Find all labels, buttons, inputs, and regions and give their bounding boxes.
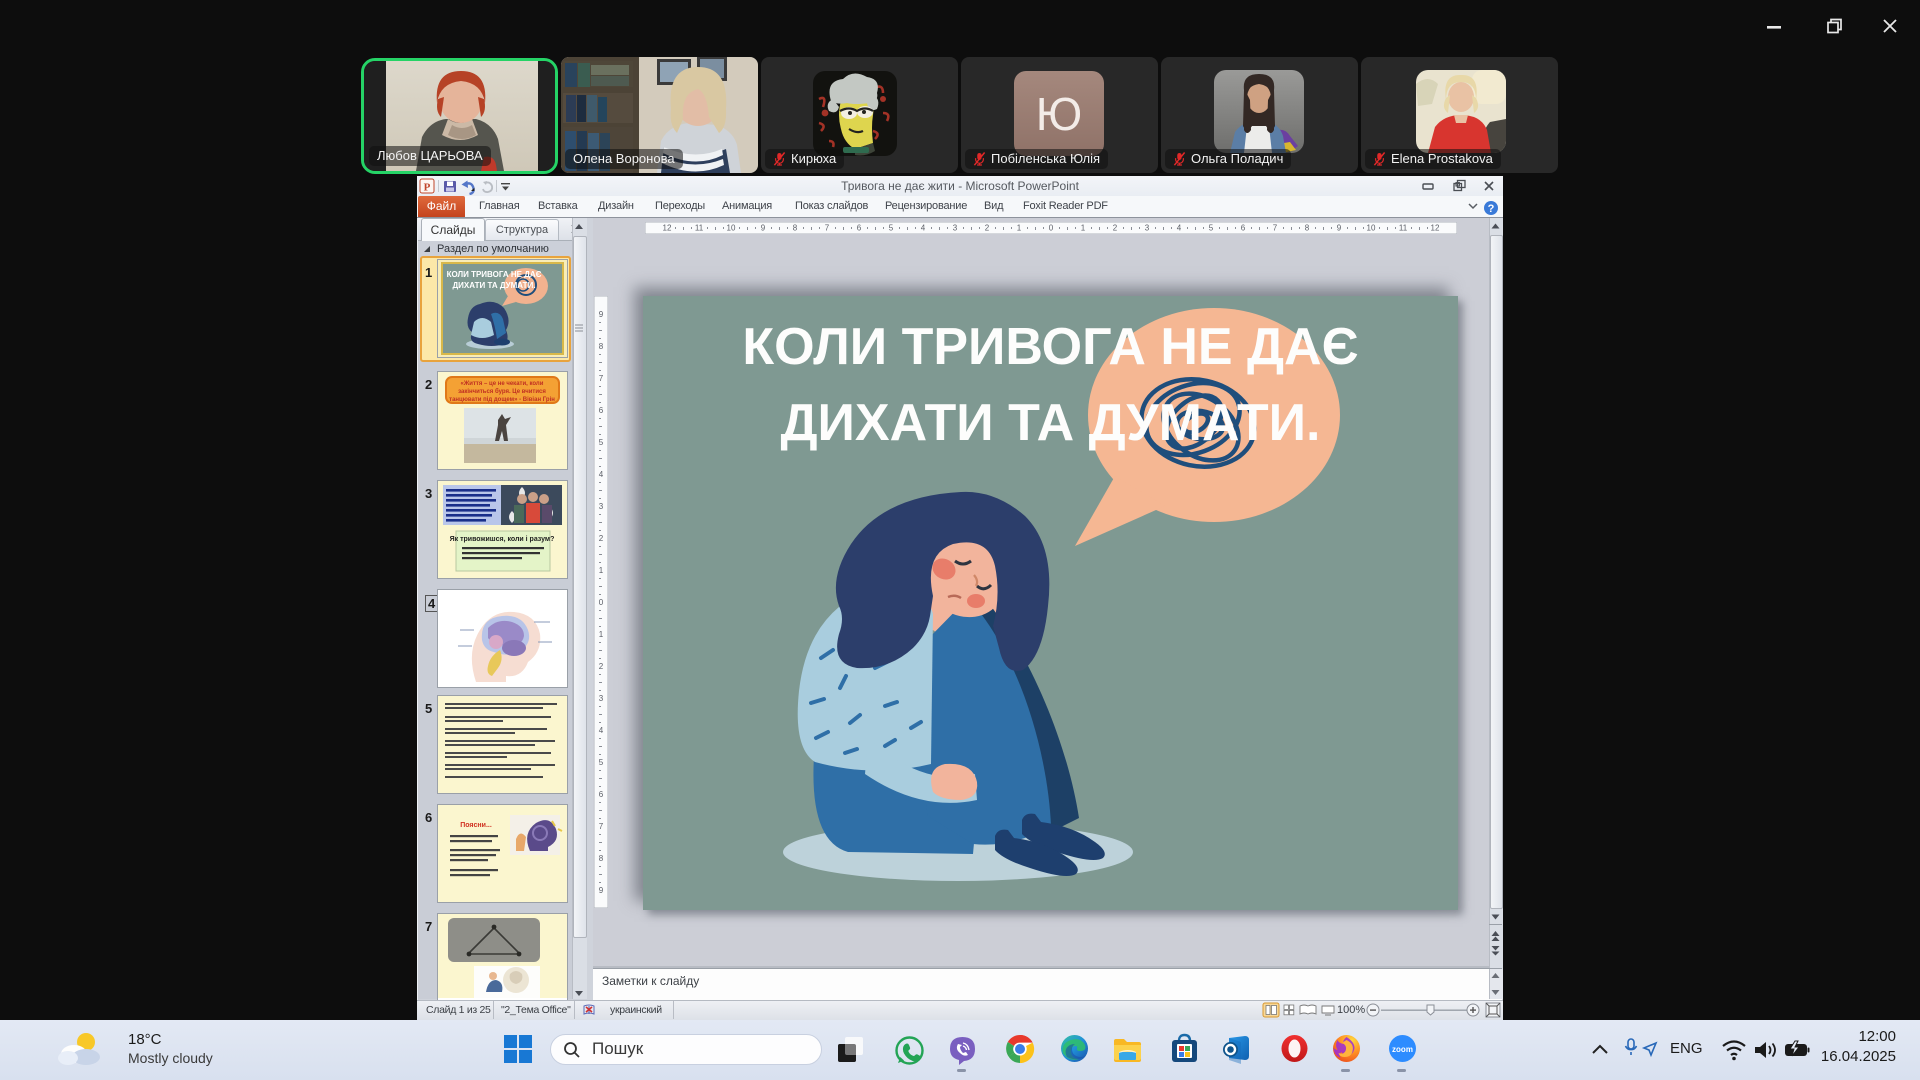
svg-text:12: 12 xyxy=(1431,224,1440,233)
svg-text:2: 2 xyxy=(1113,224,1118,233)
svg-text:1: 1 xyxy=(1017,224,1022,233)
svg-text:?: ? xyxy=(1488,203,1495,215)
svg-text:11: 11 xyxy=(695,224,704,233)
svg-text:10: 10 xyxy=(1367,224,1376,233)
svg-text:9: 9 xyxy=(761,224,766,233)
svg-text:zoom: zoom xyxy=(1392,1045,1413,1054)
svg-text:0: 0 xyxy=(1049,224,1054,233)
svg-text:закінчиться буря. Це вчитися: закінчиться буря. Це вчитися xyxy=(458,388,546,395)
svg-text:10: 10 xyxy=(727,224,736,233)
svg-text:1: 1 xyxy=(1081,224,1086,233)
svg-text:6: 6 xyxy=(857,224,862,233)
svg-text:Поясни...: Поясни... xyxy=(460,822,492,829)
svg-text:3: 3 xyxy=(1145,224,1150,233)
svg-text:3: 3 xyxy=(599,694,604,703)
svg-text:1: 1 xyxy=(599,566,604,575)
svg-text:«Життя – це не чекати, коли: «Життя – це не чекати, коли xyxy=(461,381,544,387)
svg-text:9: 9 xyxy=(599,886,604,895)
svg-text:8: 8 xyxy=(599,854,604,863)
svg-text:КОЛИ ТРИВОГА НЕ ДАЄ: КОЛИ ТРИВОГА НЕ ДАЄ xyxy=(447,270,542,279)
svg-text:8: 8 xyxy=(1305,224,1310,233)
svg-text:2: 2 xyxy=(985,224,990,233)
svg-text:7: 7 xyxy=(599,374,604,383)
svg-text:1: 1 xyxy=(599,630,604,639)
svg-text:12: 12 xyxy=(663,224,672,233)
svg-text:Як тривожишся, коли і разум?: Як тривожишся, коли і разум? xyxy=(450,535,555,543)
svg-text:8: 8 xyxy=(599,342,604,351)
svg-text:9: 9 xyxy=(1337,224,1342,233)
svg-text:0: 0 xyxy=(599,598,604,607)
svg-text:ДИХАТИ ТА ДУМАТИ.: ДИХАТИ ТА ДУМАТИ. xyxy=(452,281,535,290)
svg-text:4: 4 xyxy=(599,470,604,479)
svg-text:3: 3 xyxy=(953,224,958,233)
svg-text:9: 9 xyxy=(599,310,604,319)
svg-text:11: 11 xyxy=(1399,224,1408,233)
svg-text:7: 7 xyxy=(825,224,830,233)
svg-text:6: 6 xyxy=(1241,224,1246,233)
svg-text:7: 7 xyxy=(1273,224,1278,233)
svg-text:2: 2 xyxy=(599,662,604,671)
svg-text:5: 5 xyxy=(889,224,894,233)
svg-text:7: 7 xyxy=(599,822,604,831)
svg-text:3: 3 xyxy=(599,502,604,511)
svg-text:5: 5 xyxy=(599,438,604,447)
svg-text:танцювати під дощем» - Вівіан: танцювати під дощем» - Вівіан Грін xyxy=(449,397,555,403)
svg-text:4: 4 xyxy=(1177,224,1182,233)
svg-text:5: 5 xyxy=(599,758,604,767)
svg-text:2: 2 xyxy=(599,534,604,543)
svg-text:4: 4 xyxy=(921,224,926,233)
svg-text:6: 6 xyxy=(599,790,604,799)
svg-text:4: 4 xyxy=(599,726,604,735)
svg-text:6: 6 xyxy=(599,406,604,415)
svg-text:5: 5 xyxy=(1209,224,1214,233)
svg-text:8: 8 xyxy=(793,224,798,233)
